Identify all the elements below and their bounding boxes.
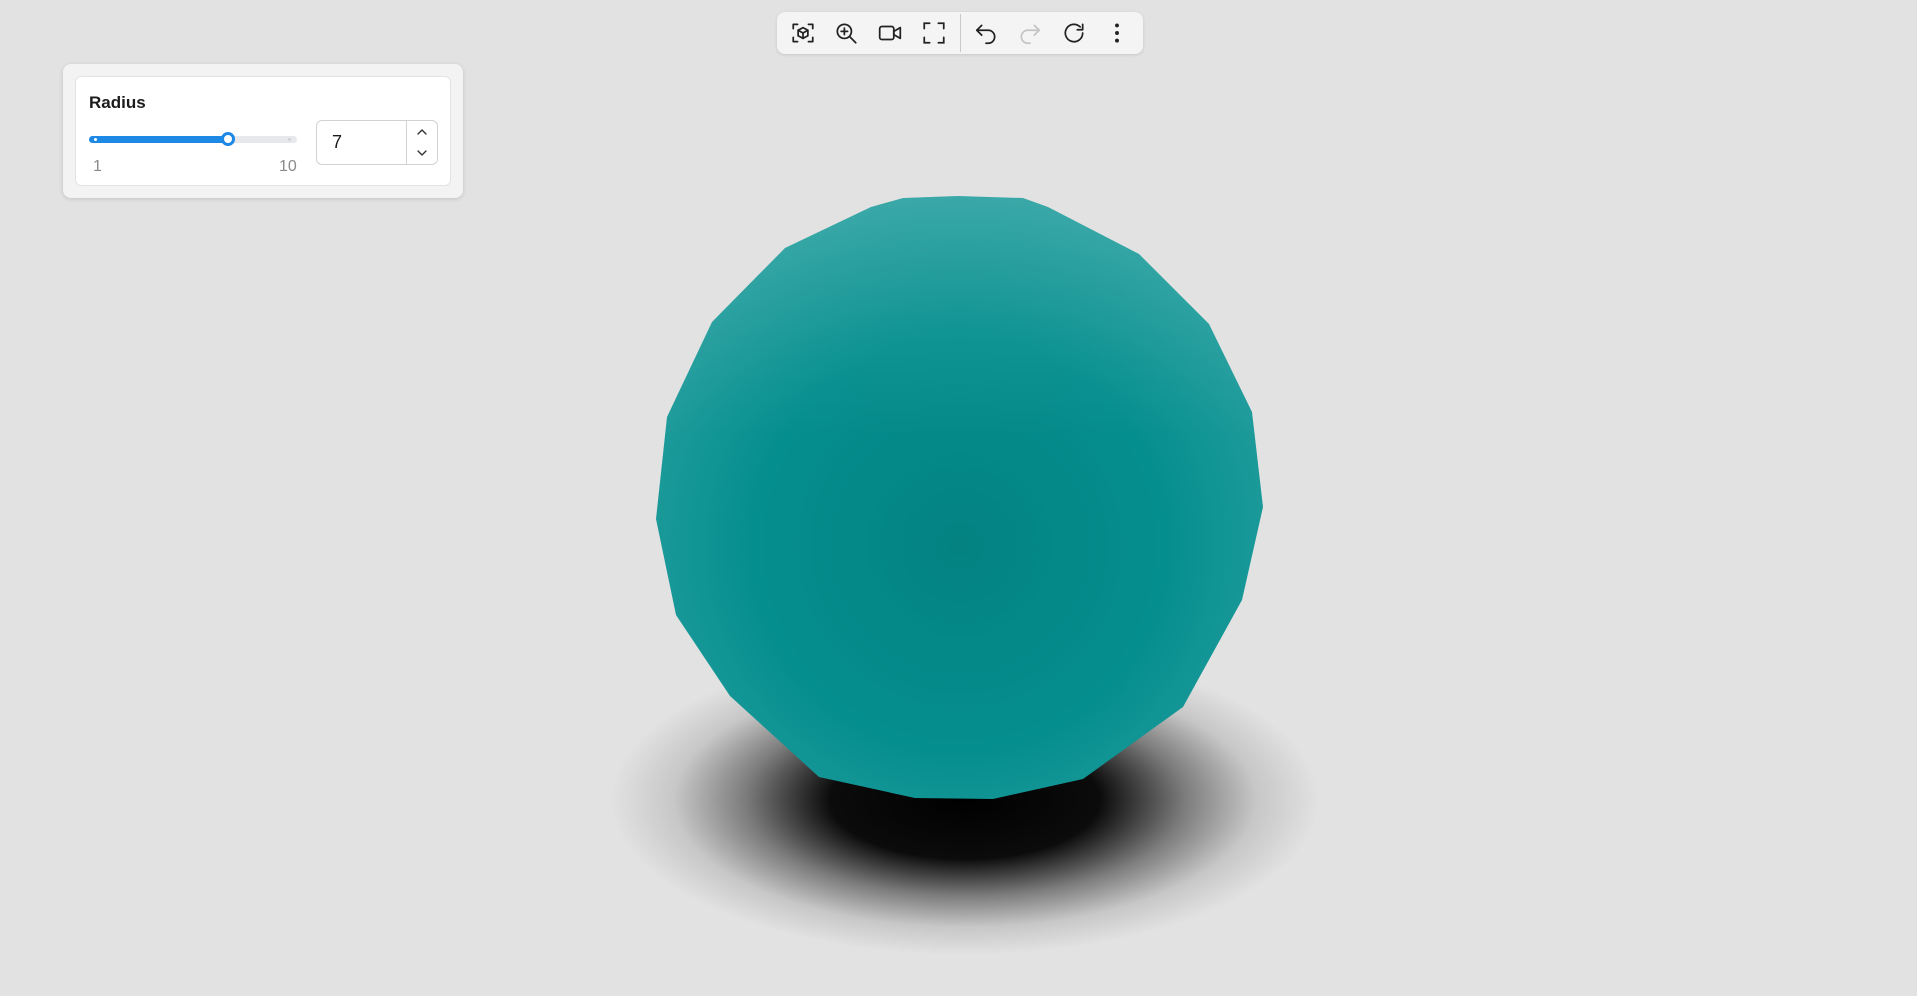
zoom-to-fit-button[interactable] [825,13,869,53]
fullscreen-button[interactable] [912,13,956,53]
slider-fill [89,136,228,143]
redo-icon [1020,24,1040,45]
reload-icon [1064,23,1084,43]
radius-label: Radius [89,93,146,112]
radius-slider[interactable] [89,132,297,146]
3d-viewport[interactable]: Radius 1 10 7 [0,0,1917,996]
slider-min-label: 1 [93,158,102,175]
fullscreen-icon [923,22,945,44]
chevron-up-icon [417,129,427,135]
parameters-panel: Radius 1 10 7 [63,64,463,198]
toolbar-divider [959,14,961,52]
radius-value[interactable]: 7 [317,121,406,164]
sphere-sheen [656,196,1263,799]
more-vertical-icon [1115,23,1120,43]
reload-button[interactable] [1052,13,1096,53]
more-options-button[interactable] [1095,13,1139,53]
chevron-down-icon [417,150,427,156]
radius-stepper [406,121,437,164]
view-cube-icon [792,23,814,43]
undo-button[interactable] [964,13,1008,53]
video-camera-icon [878,25,902,41]
slider-start-dot [94,138,97,141]
radius-parameter-card: Radius 1 10 7 [75,76,451,186]
radius-number-input[interactable]: 7 [316,120,438,165]
slider-end-dot [288,138,291,141]
redo-button[interactable] [1008,13,1052,53]
view-cube-button[interactable] [781,13,825,53]
camera-button[interactable] [868,13,912,53]
slider-thumb[interactable] [221,132,235,146]
slider-max-label: 10 [279,158,297,175]
increment-button[interactable] [407,121,437,143]
undo-icon [976,24,996,45]
decrement-button[interactable] [407,143,437,165]
zoom-in-icon [836,23,858,44]
viewer-toolbar [777,12,1143,54]
